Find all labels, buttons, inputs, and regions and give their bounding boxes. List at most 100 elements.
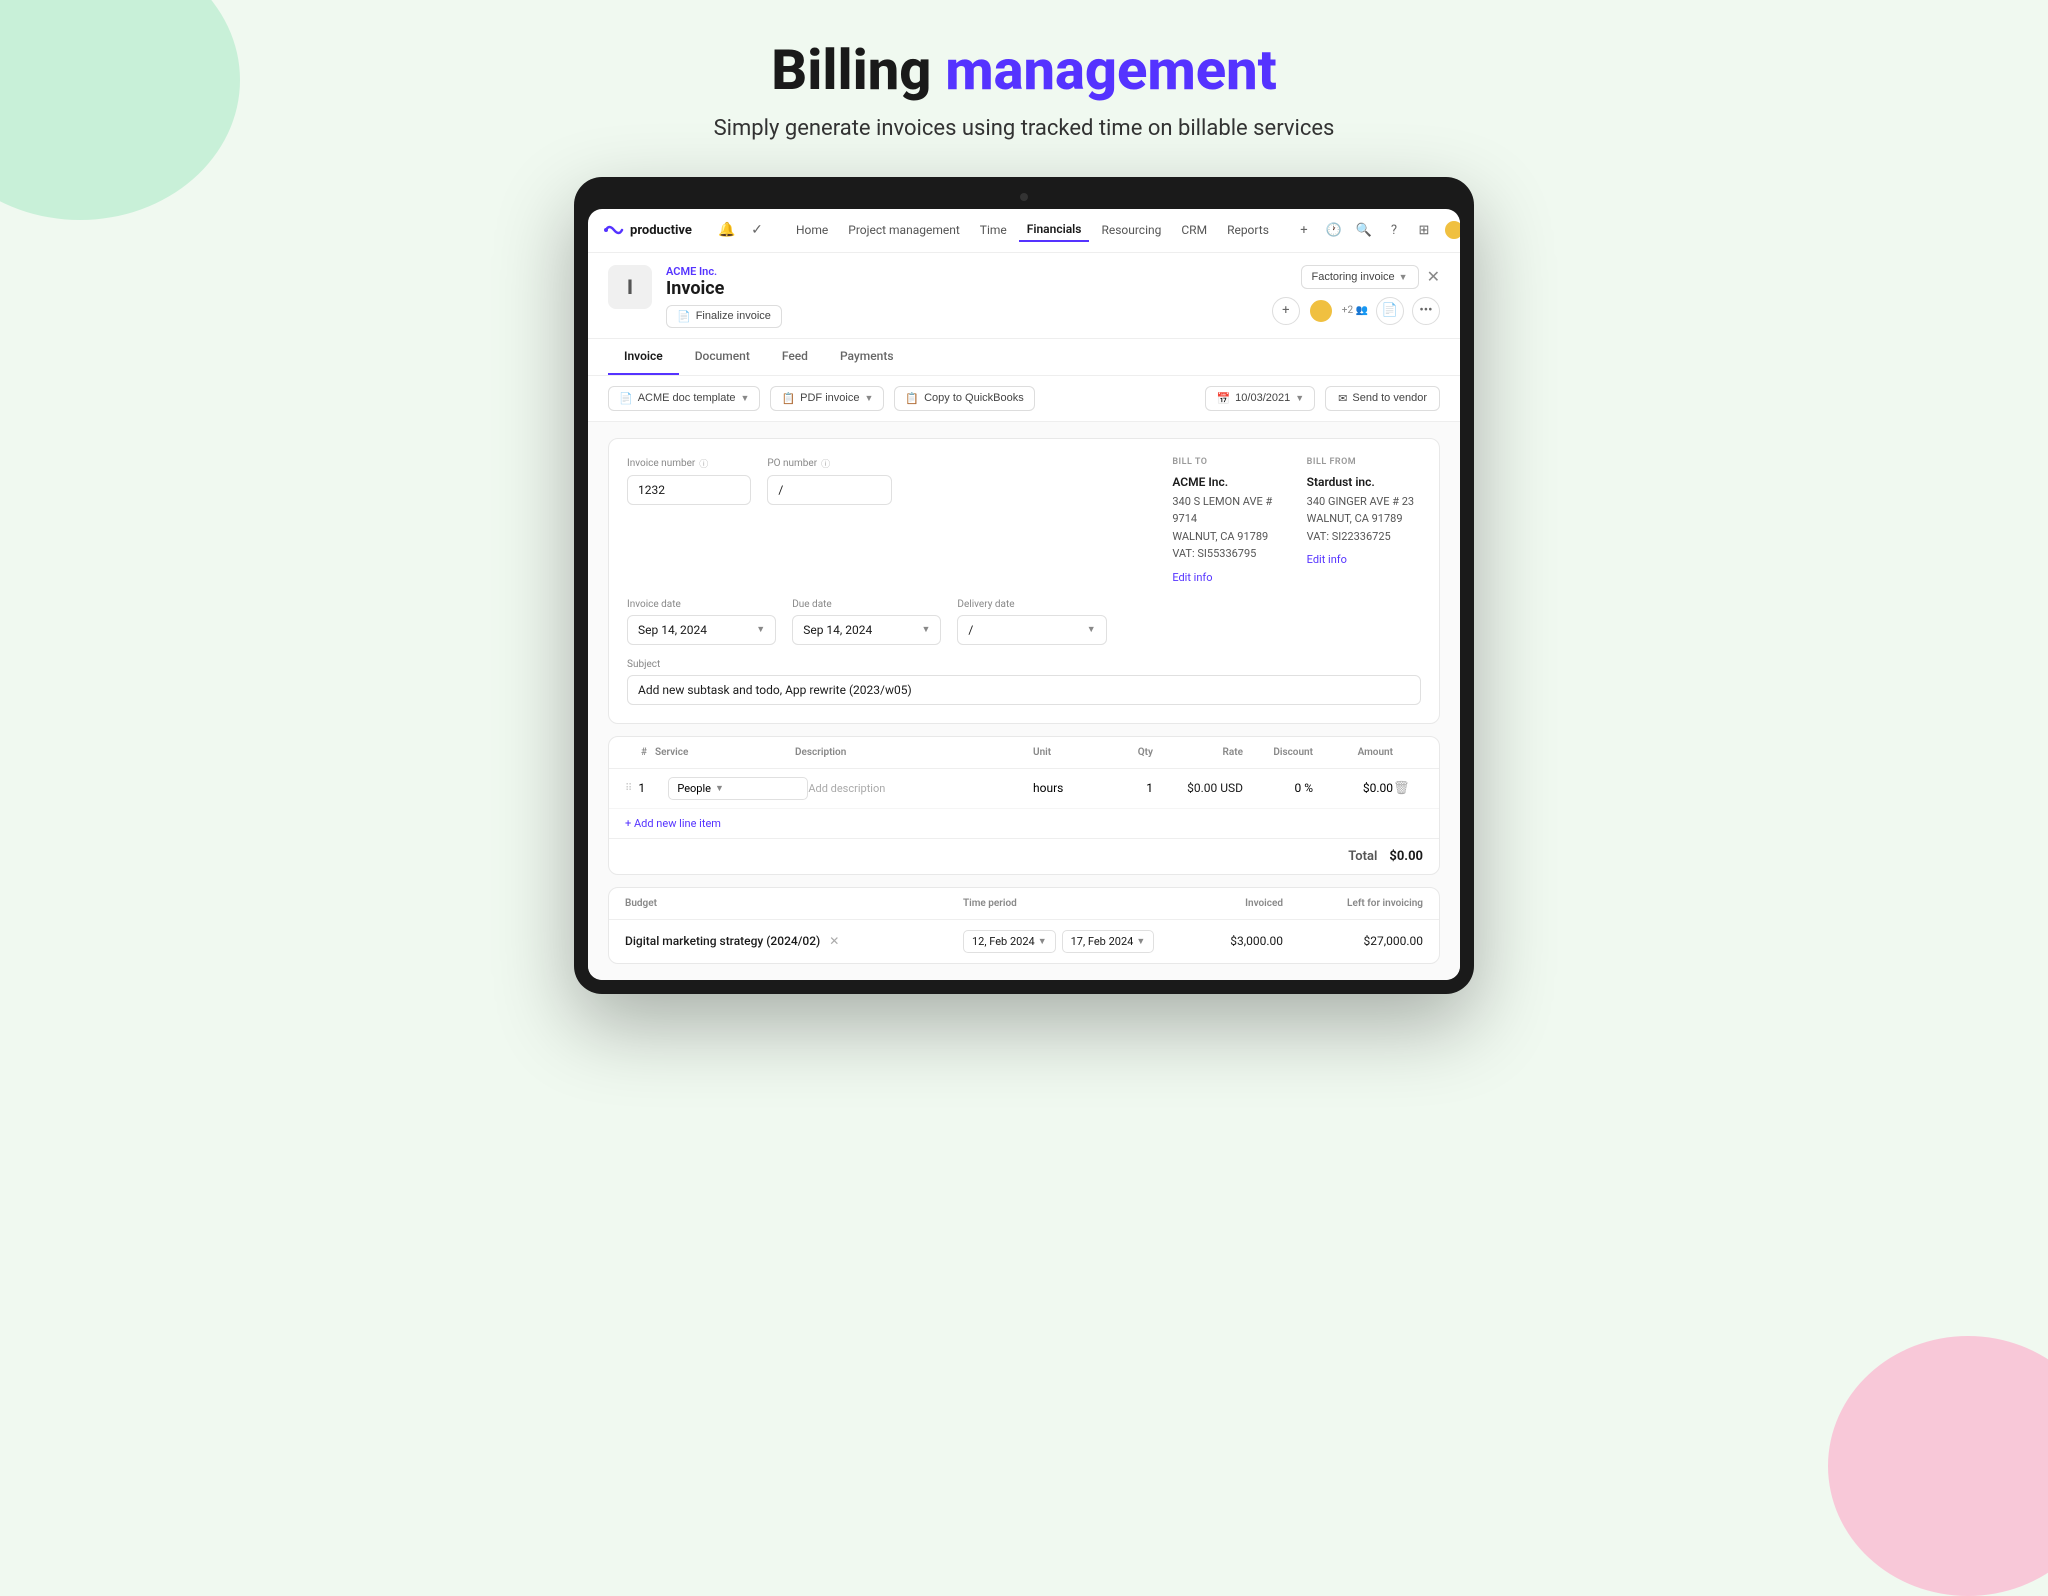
invoice-number-input[interactable]: 1232 — [627, 475, 751, 505]
finalize-invoice-button[interactable]: 📄 Finalize invoice — [666, 305, 782, 328]
budget-name-text: Digital marketing strategy (2024/02) — [625, 934, 820, 948]
subject-input[interactable]: Add new subtask and todo, App rewrite (2… — [627, 675, 1421, 705]
budget-header: Budget Time period Invoiced Left for inv… — [609, 888, 1439, 920]
pdf-btn-label: PDF invoice — [800, 392, 859, 404]
hero-title-accent: management — [945, 37, 1276, 103]
invoice-header: I ACME Inc. Invoice 📄 Finalize invoice F… — [588, 253, 1460, 339]
invoice-number-group: Invoice number ⓘ 1232 — [627, 457, 751, 585]
date-picker-button[interactable]: 📅 10/03/2021 ▼ — [1205, 386, 1315, 411]
budget-left-value: $27,000.00 — [1283, 934, 1423, 948]
nav-item-home[interactable]: Home — [788, 219, 836, 241]
doc-icon: 📄 — [619, 392, 633, 405]
line-item-delete-button[interactable]: 🗑 — [1393, 781, 1423, 796]
col-discount-header: Discount — [1243, 747, 1313, 758]
drag-handle-icon[interactable]: ⠿ — [625, 783, 632, 794]
info-icon-2: ⓘ — [821, 457, 830, 470]
due-date-select[interactable]: Sep 14, 2024 ▼ — [792, 615, 941, 645]
period-to-select[interactable]: 17, Feb 2024 ▼ — [1062, 930, 1155, 953]
line-items-card: # Service Description Unit Qty Rate Disc… — [608, 736, 1440, 875]
nav-grid-icon[interactable]: ⊞ — [1413, 219, 1435, 241]
nav-logo-text: productive — [630, 223, 692, 238]
bg-blob-br — [1828, 1336, 2048, 1596]
chevron-icon-2: ▼ — [864, 393, 873, 403]
more-users-button[interactable]: +2 👥 — [1342, 305, 1368, 316]
nav-clock-icon[interactable]: 🕐 — [1323, 219, 1345, 241]
nav-bell-icon[interactable]: 🔔 — [716, 219, 738, 241]
po-number-input[interactable]: / — [767, 475, 891, 505]
service-value: People — [677, 782, 711, 795]
line-item-amount: $0.00 — [1313, 781, 1393, 795]
user-avatar-1 — [1308, 298, 1334, 324]
invoice-form-card: Invoice number ⓘ 1232 PO number ⓘ / — [608, 438, 1440, 724]
close-button[interactable]: ✕ — [1427, 267, 1440, 286]
subject-label: Subject — [627, 659, 1421, 670]
add-action-button[interactable]: + — [1272, 297, 1300, 325]
nav-items: Home Project management Time Financials … — [788, 218, 1277, 242]
pdf-invoice-button[interactable]: 📋 PDF invoice ▼ — [770, 386, 884, 411]
tab-payments[interactable]: Payments — [824, 339, 910, 375]
line-item-row: ⠿ 1 People ▼ Add description hours 1 $0.… — [609, 769, 1439, 809]
factoring-btn-label: Factoring invoice — [1312, 271, 1395, 283]
invoice-logo-box: I — [608, 265, 652, 309]
nav-bar: productive 🔔 ✓ Home Project management T… — [588, 209, 1460, 253]
doc-template-button[interactable]: 📄 ACME doc template ▼ — [608, 386, 760, 411]
budget-col-invoiced-header: Invoiced — [1163, 898, 1283, 909]
add-line-item-button[interactable]: + Add new line item — [609, 809, 1439, 838]
budget-col-name-header: Budget — [625, 898, 963, 909]
bill-to-address-1: 340 S LEMON AVE # 9714 — [1172, 493, 1286, 528]
nav-help-icon[interactable]: ? — [1383, 219, 1405, 241]
nav-item-crm[interactable]: CRM — [1173, 219, 1215, 241]
tab-invoice[interactable]: Invoice — [608, 339, 679, 375]
line-item-discount[interactable]: 0 % — [1243, 781, 1313, 795]
description-input[interactable]: Add description — [808, 782, 885, 795]
invoice-tabs: Invoice Document Feed Payments — [588, 339, 1460, 376]
budget-row: Digital marketing strategy (2024/02) ✕ 1… — [609, 920, 1439, 963]
tab-feed[interactable]: Feed — [766, 339, 824, 375]
nav-item-project[interactable]: Project management — [840, 219, 968, 241]
toolbar-right: 📅 10/03/2021 ▼ ✉ Send to vendor — [1205, 386, 1440, 411]
tab-document[interactable]: Document — [679, 339, 766, 375]
bill-to-address: 340 S LEMON AVE # 9714 WALNUT, CA 91789 … — [1172, 493, 1286, 563]
invoice-date-select[interactable]: Sep 14, 2024 ▼ — [627, 615, 776, 645]
delivery-date-select[interactable]: / ▼ — [957, 615, 1106, 645]
tablet-screen: productive 🔔 ✓ Home Project management T… — [588, 209, 1460, 980]
po-number-label: PO number ⓘ — [767, 457, 891, 470]
document-icon: 📄 — [677, 310, 691, 323]
date-btn-label: 10/03/2021 — [1235, 392, 1290, 404]
nav-item-financials[interactable]: Financials — [1019, 218, 1090, 242]
budget-period: 12, Feb 2024 ▼ 17, Feb 2024 ▼ — [963, 930, 1163, 953]
col-unit-header: Unit — [1033, 747, 1103, 758]
hero-title: Billing management — [714, 40, 1335, 102]
nav-item-resourcing[interactable]: Resourcing — [1093, 219, 1169, 241]
budget-remove-button[interactable]: ✕ — [829, 934, 839, 948]
due-date-group: Due date Sep 14, 2024 ▼ — [792, 599, 941, 645]
invoice-date-label: Invoice date — [627, 599, 776, 610]
invoice-company-name: ACME Inc. — [666, 265, 1258, 278]
tablet-camera — [1020, 193, 1028, 201]
quickbooks-button[interactable]: 📋 Copy to QuickBooks — [894, 386, 1034, 411]
chevron-date-1: ▼ — [756, 624, 765, 635]
period-from-value: 12, Feb 2024 — [972, 935, 1035, 948]
line-item-qty[interactable]: 1 — [1103, 781, 1153, 795]
delivery-date-group: Delivery date / ▼ — [957, 599, 1106, 645]
budget-col-left-header: Left for invoicing — [1283, 898, 1423, 909]
more-options-button[interactable]: ••• — [1412, 297, 1440, 325]
period-from-select[interactable]: 12, Feb 2024 ▼ — [963, 930, 1056, 953]
factoring-invoice-button[interactable]: Factoring invoice ▼ — [1301, 265, 1419, 289]
bill-from-edit-link[interactable]: Edit info — [1307, 553, 1347, 566]
document-action-button[interactable]: 📄 — [1376, 297, 1404, 325]
nav-search-icon[interactable]: 🔍 — [1353, 219, 1375, 241]
nav-plus-icon[interactable]: + — [1293, 219, 1315, 241]
nav-avatar[interactable] — [1443, 219, 1460, 241]
nav-check-icon[interactable]: ✓ — [746, 219, 768, 241]
nav-item-time[interactable]: Time — [972, 219, 1015, 241]
service-select[interactable]: People ▼ — [668, 777, 808, 800]
bill-from-address-2: WALNUT, CA 91789 — [1307, 510, 1421, 528]
send-to-vendor-button[interactable]: ✉ Send to vendor — [1325, 386, 1440, 411]
bill-to-edit-link[interactable]: Edit info — [1172, 571, 1212, 584]
total-value: $0.00 — [1389, 849, 1423, 864]
bill-from-address: 340 GINGER AVE # 23 WALNUT, CA 91789 VAT… — [1307, 493, 1421, 546]
doc-template-label: ACME doc template — [638, 392, 736, 404]
nav-item-reports[interactable]: Reports — [1219, 219, 1277, 241]
line-item-rate[interactable]: $0.00 USD — [1153, 781, 1243, 795]
